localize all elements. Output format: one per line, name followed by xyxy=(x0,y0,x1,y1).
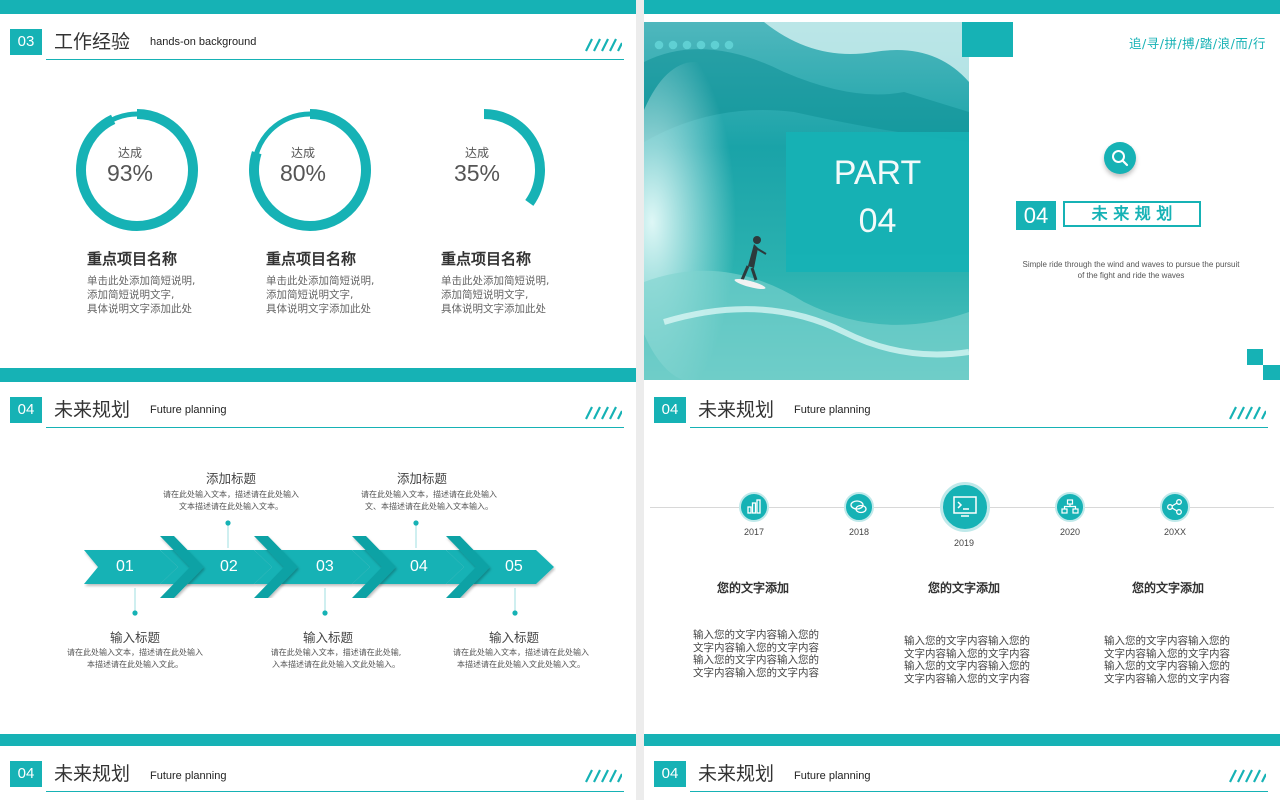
ring-value-1: 93% xyxy=(106,160,154,186)
header-divider xyxy=(46,791,624,792)
project-desc-1: 单击此处添加简短说明, 添加简短说明文字, 具体说明文字添加此处 xyxy=(87,275,196,315)
part-number: 04 xyxy=(858,202,897,240)
accent-block xyxy=(962,22,1013,57)
slide-top-bar xyxy=(0,0,636,14)
bottom-item-desc-2: 请在此处输入文本，描述请在此处输, 入本描述请在此处输入文此处输入。 xyxy=(270,648,402,669)
bottom-item-title-1: 输入标题 xyxy=(109,630,160,645)
part-label-box: PART 04 xyxy=(786,132,969,272)
year-label-2: 2018 xyxy=(848,527,870,537)
section-title: 未 来 规 划 xyxy=(1063,201,1201,227)
chart-icon[interactable] xyxy=(739,492,769,522)
slide-top-bar xyxy=(0,734,636,746)
page-title: 未来规划 xyxy=(698,763,775,785)
project-desc-3: 单击此处添加简短说明, 添加简短说明文字, 具体说明文字添加此处 xyxy=(441,275,550,315)
ring-value-3: 35% xyxy=(453,160,501,186)
column-title-2: 您的文字添加 xyxy=(927,581,1000,595)
top-item-desc-2: 请在此处输入文本，描述请在此处输入 文、本描述请在此处输入文本输入。 xyxy=(361,490,497,511)
header-divider xyxy=(690,791,1268,792)
bottom-item-desc-3: 请在此处输入文本，描述请在此处输入 本描述请在此处输入文此处输入文。 xyxy=(453,648,589,669)
top-item-title-1: 添加标题 xyxy=(205,471,256,486)
slide-top-bar xyxy=(644,734,1280,746)
page-subtitle: hands-on background xyxy=(150,36,257,48)
section-number: 04 xyxy=(10,761,42,787)
header-divider xyxy=(690,427,1268,428)
section-number: 03 xyxy=(10,29,42,55)
bottom-item-title-2: 输入标题 xyxy=(302,630,353,645)
dots-decoration xyxy=(654,36,734,55)
ring-label-3: 达成 xyxy=(464,146,489,160)
slogan-text: 追/寻/拼/搏/踏/浪/而/行 xyxy=(1129,36,1266,51)
chat-icon[interactable] xyxy=(844,492,874,522)
project-desc-2: 单击此处添加简短说明, 添加简短说明文字, 具体说明文字添加此处 xyxy=(266,275,375,315)
slide-future-planning-5[interactable]: 04 未来规划 Future planning xyxy=(0,734,636,800)
column-body-1: 输入您的文字内容输入您的 文字内容输入您的文字内容 输入您的文字内容输入您的 文字内容… xyxy=(693,629,819,679)
column-title-1: 您的文字添加 xyxy=(716,581,789,595)
page-subtitle: Future planning xyxy=(794,770,871,782)
connector-lines xyxy=(132,520,518,616)
year-label-3: 2019 xyxy=(953,538,975,548)
year-label-1: 2017 xyxy=(743,527,765,537)
project-title-2: 重点项目名称 xyxy=(266,250,357,268)
slide-top-bar xyxy=(644,0,1280,14)
header-divider xyxy=(46,59,624,60)
stripes-decoration xyxy=(1229,406,1266,420)
ring-value-2: 80% xyxy=(279,160,327,186)
corner-square-1 xyxy=(1247,349,1263,365)
project-title-1: 重点项目名称 xyxy=(87,250,178,268)
slide-future-planning-6[interactable]: 04 未来规划 Future planning xyxy=(644,734,1280,800)
page-title: 工作经验 xyxy=(54,31,131,53)
column-body-3: 输入您的文字内容输入您的 文字内容输入您的文字内容 输入您的文字内容输入您的 文字内容… xyxy=(1104,635,1230,685)
slide-part-04[interactable]: PART 04 追/寻/拼/搏/踏/浪/而/行 04 未 来 规 划 Simpl… xyxy=(644,0,1280,380)
stripes-decoration xyxy=(585,38,622,52)
bottom-item-desc-1: 请在此处输入文本，描述请在此处输入 本描述请在此处输入文此。 xyxy=(67,648,203,669)
share-icon[interactable] xyxy=(1160,492,1190,522)
page-title: 未来规划 xyxy=(54,763,131,785)
hierarchy-icon[interactable] xyxy=(1055,492,1085,522)
ring-label-2: 达成 xyxy=(290,146,315,160)
search-icon[interactable] xyxy=(1104,142,1136,174)
stripes-decoration xyxy=(585,769,622,783)
year-label-4: 2020 xyxy=(1059,527,1081,537)
stripes-decoration xyxy=(1229,769,1266,783)
top-item-title-2: 添加标题 xyxy=(396,471,447,486)
slide-future-planning-arrows[interactable]: 04 未来规划 Future planning 01 02 03 04 05 添… xyxy=(0,368,636,734)
section-number: 04 xyxy=(654,397,686,423)
column-body-2: 输入您的文字内容输入您的 文字内容输入您的文字内容 输入您的文字内容输入您的 文字内容… xyxy=(904,635,1030,685)
page-title: 未来规划 xyxy=(698,399,775,421)
year-label-5: 20XX xyxy=(1163,527,1187,537)
column-title-3: 您的文字添加 xyxy=(1131,581,1204,595)
slide-work-experience[interactable]: 03 工作经验 hands-on background 达成 93% 重点项目名… xyxy=(0,0,636,380)
section-description: Simple ride through the wind and waves t… xyxy=(1022,260,1240,280)
top-item-desc-1: 请在此处输入文本，描述请在此处输入 文本描述请在此处输入文本。 xyxy=(163,490,299,511)
bottom-item-title-3: 输入标题 xyxy=(488,630,539,645)
section-number: 04 xyxy=(654,761,686,787)
slide-future-planning-timeline[interactable]: 04 未来规划 Future planning 2017 2018 2019 2… xyxy=(644,380,1280,734)
page-subtitle: Future planning xyxy=(794,404,871,416)
project-title-3: 重点项目名称 xyxy=(441,250,532,268)
ring-label-1: 达成 xyxy=(117,146,142,160)
part-label: PART xyxy=(833,154,922,192)
section-number: 04 xyxy=(1016,201,1056,230)
corner-square-2 xyxy=(1263,365,1280,380)
page-subtitle: Future planning xyxy=(150,770,227,782)
monitor-icon[interactable] xyxy=(940,482,990,532)
